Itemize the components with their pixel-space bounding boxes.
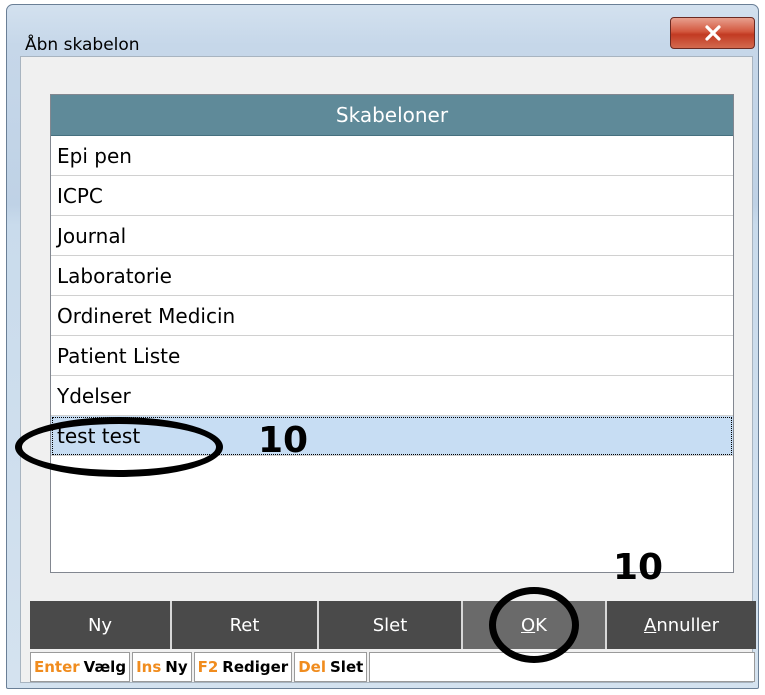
list-item[interactable]: ICPC [51,176,733,216]
shortcut-key: Enter [34,658,80,676]
list-item[interactable]: Journal [51,216,733,256]
close-button[interactable] [670,17,755,49]
list-item[interactable]: Epi pen [51,136,733,176]
shortcut-f2: F2 Rediger [193,652,293,682]
list-item[interactable]: Patient Liste [51,336,733,376]
edit-button[interactable]: Ret [172,601,319,649]
annotation-ellipse-item [15,417,223,477]
delete-button[interactable]: Slet [319,601,463,649]
shortcut-bar: Enter Vælg Ins Ny F2 Rediger Del Slet [30,652,755,682]
template-listbox[interactable]: Skabeloner Epi pen ICPC Journal Laborato… [50,94,734,573]
list-item[interactable]: Ydelser [51,376,733,416]
shortcut-enter: Enter Vælg [30,652,131,682]
window-title: Åbn skabelon [25,35,140,55]
shortcut-key: F2 [197,658,219,676]
cancel-mnemonic: A [643,614,657,636]
new-button[interactable]: Ny [30,601,172,649]
annotation-number-ok: 10 [613,547,664,588]
shortcut-action: Vælg [83,658,127,676]
cancel-button[interactable]: Annuller [607,601,756,649]
button-bar: Ny Ret Slet OK Annuller [30,601,756,649]
annotation-ellipse-ok [489,587,579,663]
list-item[interactable]: Laboratorie [51,256,733,296]
shortcut-action: Ny [165,658,188,676]
shortcut-ins: Ins Ny [132,652,192,682]
shortcut-key: Ins [136,658,162,676]
shortcut-key: Del [298,658,326,676]
cancel-label: nnuller [656,614,720,636]
close-x-icon [704,25,721,41]
list-header: Skabeloner [51,95,733,136]
shortcut-del: Del Slet [294,652,368,682]
shortcut-action: Slet [330,658,364,676]
list-item[interactable]: Ordineret Medicin [51,296,733,336]
annotation-number-item: 10 [258,420,309,461]
shortcut-blank [369,652,755,682]
shortcut-action: Rediger [222,658,289,676]
